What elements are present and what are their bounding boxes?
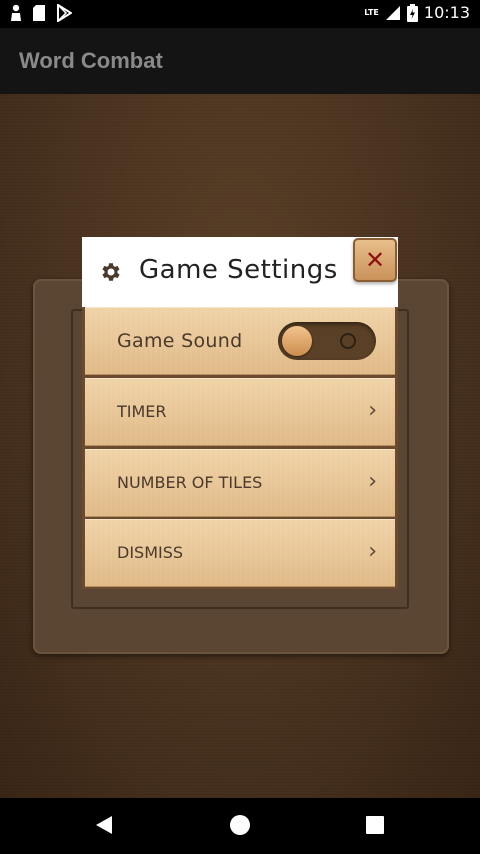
toggle-off-icon (340, 333, 356, 349)
back-icon[interactable] (95, 815, 113, 835)
dismiss-label: DISMISS (117, 543, 184, 562)
navigation-bar (0, 798, 480, 854)
network-type-label: LTE (364, 8, 379, 17)
home-icon[interactable] (230, 815, 250, 835)
settings-list: Game Sound TIMER › NUMBER OF TILES › DIS… (82, 307, 398, 589)
notification-icon (11, 4, 21, 21)
sd-card-icon (33, 5, 45, 21)
signal-icon (385, 5, 400, 20)
close-icon: ✕ (364, 246, 386, 274)
dialog-header: Game Settings (82, 237, 398, 307)
close-button[interactable]: ✕ (353, 238, 397, 282)
play-store-icon (57, 4, 72, 22)
chevron-right-icon: › (368, 398, 377, 423)
dialog-title: Game Settings (139, 255, 338, 285)
dismiss-row[interactable]: DISMISS › (85, 519, 395, 587)
status-time: 10:13 (423, 3, 470, 22)
status-bar: LTE 10:13 (0, 0, 480, 28)
game-sound-label: Game Sound (117, 330, 243, 352)
recents-icon[interactable] (366, 816, 384, 834)
game-sound-toggle[interactable] (278, 322, 376, 360)
gear-icon (102, 263, 120, 281)
chevron-right-icon: › (368, 469, 377, 494)
timer-label: TIMER (117, 402, 167, 421)
app-bar: Word Combat (0, 28, 480, 94)
timer-row[interactable]: TIMER › (85, 378, 395, 446)
number-of-tiles-label: NUMBER OF TILES (117, 473, 263, 492)
number-of-tiles-row[interactable]: NUMBER OF TILES › (85, 449, 395, 517)
game-sound-row: Game Sound (85, 307, 395, 375)
chevron-right-icon: › (368, 539, 377, 564)
app-title: Word Combat (19, 48, 163, 73)
battery-icon (406, 3, 418, 22)
toggle-knob (282, 326, 312, 356)
settings-dialog: Game Settings ✕ Game Sound TIMER › NUMBE… (82, 237, 398, 589)
